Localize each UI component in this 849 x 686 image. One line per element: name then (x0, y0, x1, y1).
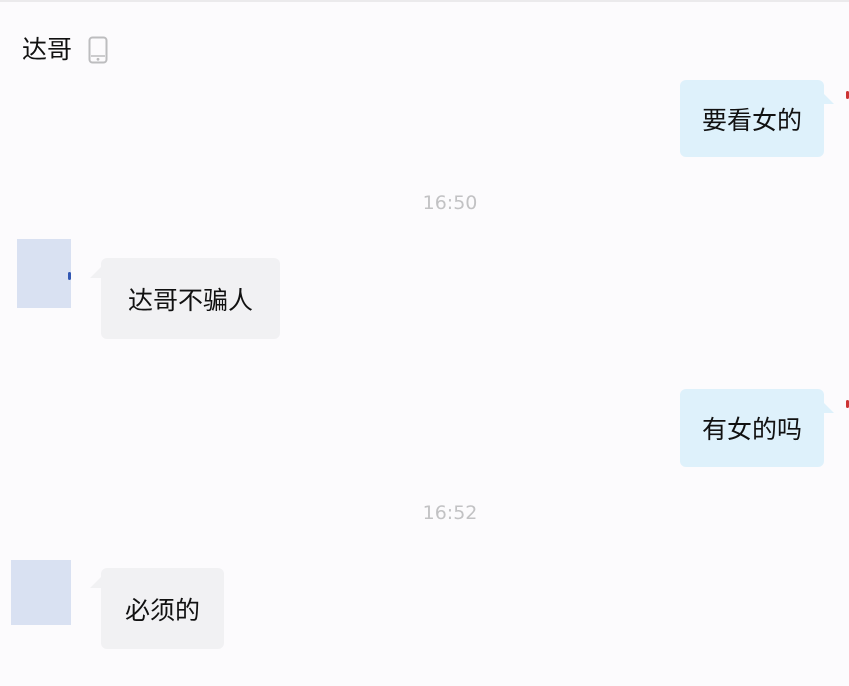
message-text: 有女的吗 (701, 415, 802, 444)
message-text: 要看女的 (701, 105, 802, 135)
contact-name[interactable]: 达哥 (22, 32, 72, 68)
contact-avatar[interactable] (17, 239, 71, 308)
bubble-tail (822, 92, 834, 104)
contact-avatar[interactable] (11, 560, 71, 625)
bubble-tail (822, 401, 834, 413)
top-divider (0, 0, 849, 2)
message-timestamp: 16:50 (422, 192, 478, 214)
outgoing-message-bubble[interactable]: 有女的吗 (680, 389, 824, 467)
incoming-message-bubble[interactable]: 必须的 (101, 568, 224, 649)
message-text: 必须的 (124, 595, 200, 625)
message-timestamp: 16:52 (422, 502, 478, 524)
incoming-message-bubble[interactable]: 达哥不骗人 (101, 258, 280, 339)
avatar-status-indicator (68, 272, 71, 280)
chat-header: 达哥 (22, 32, 108, 68)
mobile-phone-icon (88, 36, 108, 64)
outgoing-message-bubble[interactable]: 要看女的 (680, 80, 824, 157)
message-text: 达哥不骗人 (127, 285, 253, 315)
